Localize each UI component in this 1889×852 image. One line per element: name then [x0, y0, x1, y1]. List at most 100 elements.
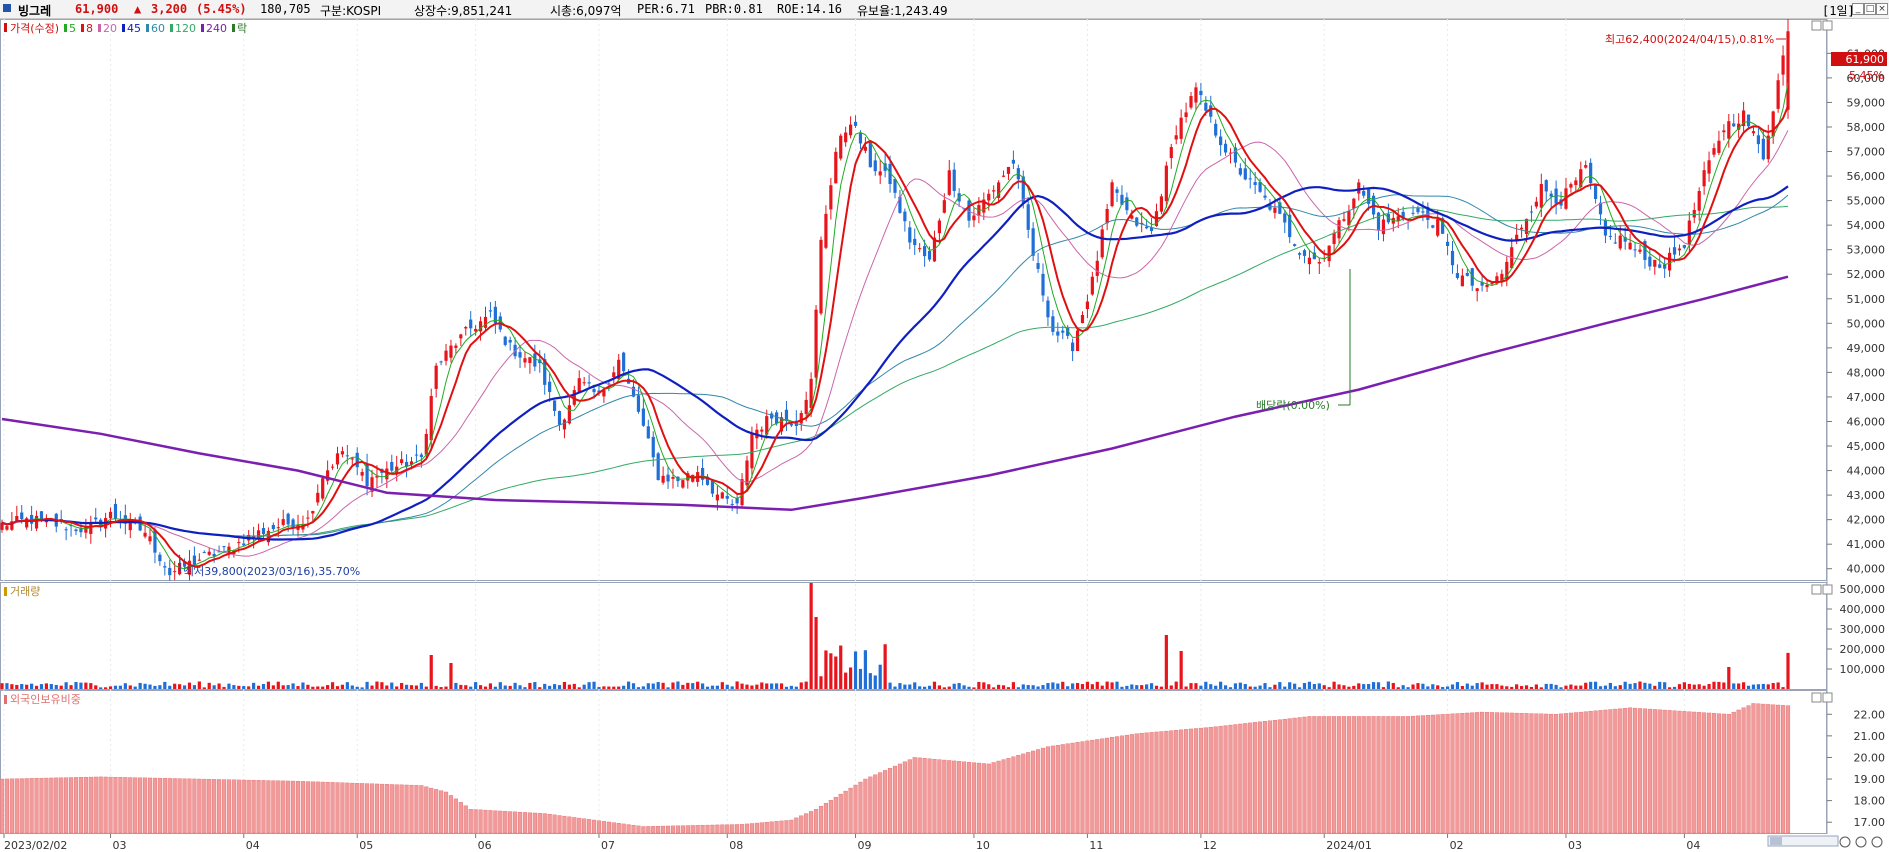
foreign-bar: [818, 806, 824, 834]
candle-body: [286, 513, 290, 525]
foreign-bar: [1766, 704, 1771, 834]
foreign-bar: [848, 787, 853, 834]
volume-bar: [518, 685, 522, 689]
volume-panel-minimize-button[interactable]: [1811, 584, 1822, 595]
foreign-bar: [1193, 728, 1199, 834]
candle-body: [316, 492, 320, 503]
foreign-bar: [542, 813, 547, 834]
volume-bar: [316, 686, 320, 689]
volume-bar: [1603, 685, 1608, 689]
foreign-bar: [1356, 716, 1361, 834]
volume-bar: [528, 682, 532, 689]
candle-body: [503, 336, 507, 345]
candle-body: [469, 319, 473, 329]
minimize-button[interactable]: _: [1852, 3, 1864, 15]
volume-bar: [1174, 681, 1178, 689]
volume-bar: [1584, 682, 1588, 689]
volume-bar: [30, 683, 34, 689]
price-tick-label: 55,000: [1847, 195, 1886, 208]
volume-bar: [1125, 685, 1129, 689]
candle-body: [1534, 201, 1538, 207]
volume-bar: [59, 685, 63, 689]
candle-body: [163, 566, 167, 568]
foreign-bar: [1771, 704, 1776, 834]
volume-bar: [1737, 683, 1741, 689]
volume-bar: [814, 617, 818, 689]
candle-body: [1209, 105, 1213, 117]
volume-bar: [824, 650, 828, 689]
foreign-bar: [1179, 729, 1184, 834]
volume-bar: [760, 682, 764, 689]
candle-body: [414, 454, 419, 456]
volume-bar: [839, 645, 843, 689]
legend-ma-label: 120: [175, 22, 196, 35]
candle-body: [1006, 166, 1011, 174]
volume-tick-label: 400,000: [1840, 603, 1886, 616]
volume-bar: [1727, 667, 1731, 689]
close-button[interactable]: ×: [1876, 3, 1888, 15]
foreign-bar: [809, 811, 814, 834]
candle-body: [454, 345, 458, 348]
volume-bar: [301, 682, 305, 689]
period[interactable]: [1일]: [1822, 2, 1855, 19]
foreign-bar: [1366, 716, 1371, 834]
candle-body: [557, 411, 562, 425]
volume-bar: [94, 685, 98, 689]
date-tick-label: 11: [1089, 839, 1103, 852]
price-tick-label: 49,000: [1847, 342, 1886, 355]
volume-bar: [1741, 682, 1746, 689]
foreign-bar: [596, 820, 602, 834]
candle-body: [1145, 226, 1149, 229]
candle-body: [1574, 180, 1578, 186]
foreign-bar: [1554, 714, 1559, 834]
foreign-bar: [1558, 713, 1564, 834]
foreign-bar: [1435, 714, 1440, 834]
foreign-panel-minimize-button[interactable]: [1811, 692, 1822, 703]
foreign-bar: [384, 784, 389, 834]
candle-body: [819, 239, 823, 314]
volume-bar: [1746, 685, 1751, 689]
volume-panel[interactable]: [0, 582, 1827, 690]
price-panel[interactable]: [0, 19, 1827, 581]
foreign-bar: [281, 780, 286, 834]
candle-body: [918, 248, 922, 250]
foreign-bar: [443, 791, 449, 834]
foreign-bar: [1031, 750, 1036, 834]
foreign-bar: [1124, 734, 1129, 834]
price-panel-minimize-button[interactable]: [1811, 20, 1822, 31]
candle-body: [335, 453, 340, 465]
foreign-bar: [710, 824, 715, 834]
candle-body: [64, 529, 68, 531]
foreign-bar: [162, 778, 167, 834]
legend-ma-label: 20: [103, 22, 117, 35]
legend-ma-swatch: [122, 24, 125, 32]
legend-dividend-label: 락: [237, 22, 247, 35]
foreign-bar: [1026, 752, 1031, 834]
foreign-bar: [1129, 734, 1134, 834]
legend-ma-swatch: [98, 24, 101, 32]
candle-body: [1529, 211, 1534, 213]
chart-canvas[interactable]: 40,000 41,000 42,000 43,000 44,000 45,000 46,0…: [0, 19, 1889, 852]
volume-bar: [69, 685, 73, 689]
foreign-panel-close-button[interactable]: [1822, 692, 1833, 703]
foreign-bar: [473, 809, 478, 834]
scrollbar-thumb[interactable]: [1770, 837, 1782, 845]
foreign-bar: [1603, 709, 1608, 834]
foreign-bar: [1267, 720, 1273, 834]
candle-body: [242, 543, 246, 546]
volume-bar: [400, 682, 404, 689]
foreign-bar: [1036, 749, 1041, 834]
foreign-bar: [453, 798, 458, 834]
volume-bar: [1016, 687, 1020, 689]
candle-body: [1584, 165, 1588, 168]
maximize-button[interactable]: □: [1864, 3, 1876, 15]
foreign-bar: [1198, 727, 1203, 834]
price-panel-close-button[interactable]: [1822, 20, 1833, 31]
volume-bar: [192, 685, 197, 689]
volume-bar: [1258, 685, 1262, 689]
candle-body: [1761, 138, 1765, 160]
foreign-bar: [1045, 746, 1051, 834]
volume-panel-close-button[interactable]: [1822, 584, 1833, 595]
foreign-bar: [1583, 711, 1588, 834]
candle-body: [1756, 135, 1760, 145]
